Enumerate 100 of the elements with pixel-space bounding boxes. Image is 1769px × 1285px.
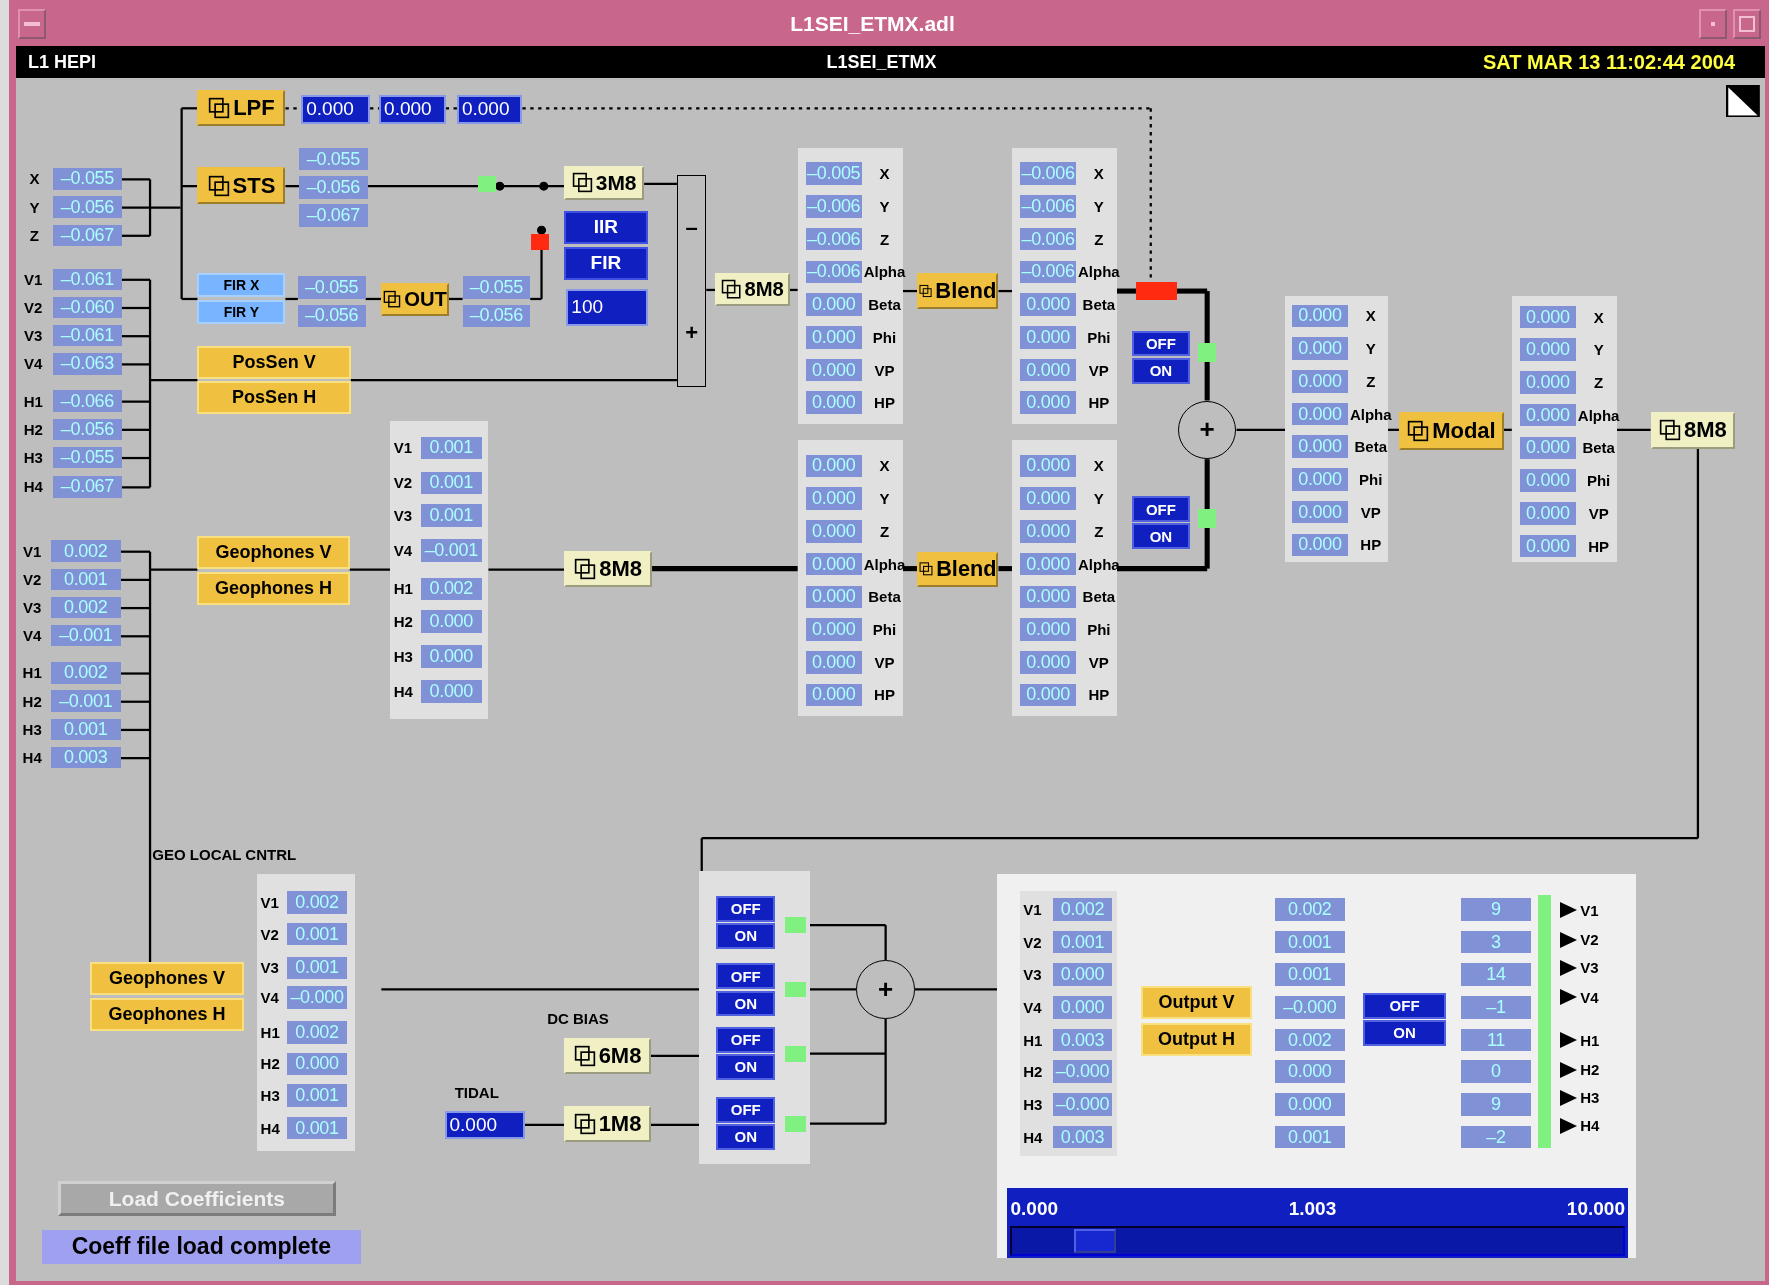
window-title: L1SEI_ETMX.adl: [789, 12, 956, 36]
channel-label: H2: [21, 691, 43, 712]
value-readout: –0.055: [53, 168, 122, 190]
related-display-button[interactable]: 1M8: [564, 1105, 651, 1142]
command-button[interactable]: PosSen H: [197, 381, 351, 414]
maximize-button[interactable]: [1733, 9, 1761, 39]
channel-label: Beta: [1081, 295, 1117, 316]
channel-label: V3: [21, 598, 43, 618]
sign-label: +: [685, 322, 698, 345]
value-readout: –0.067: [298, 204, 368, 227]
command-button[interactable]: FIR X: [197, 273, 286, 297]
value-readout: –0.056: [298, 176, 368, 199]
related-display-button[interactable]: 8M8: [1650, 411, 1736, 449]
on-button[interactable]: ON: [716, 990, 776, 1017]
channel-label: V3: [1023, 965, 1043, 986]
channel-label: Y: [28, 197, 41, 218]
command-button[interactable]: Geophones V: [197, 535, 350, 569]
window-menu-button[interactable]: [18, 9, 46, 39]
command-button[interactable]: PosSen V: [197, 346, 351, 380]
command-button[interactable]: FIR: [564, 247, 648, 280]
off-button[interactable]: OFF: [716, 963, 776, 990]
value-readout: –0.056: [53, 418, 122, 440]
related-display-button[interactable]: LPF: [197, 90, 286, 127]
channel-label: VP: [1587, 503, 1610, 524]
channel-label: Phi: [1086, 620, 1112, 640]
channel-label: V1: [21, 541, 43, 562]
value-readout: 0.000: [805, 618, 862, 641]
wire: [285, 297, 298, 301]
off-button[interactable]: OFF: [716, 895, 776, 922]
off-button[interactable]: OFF: [716, 1096, 776, 1123]
value-readout: –0.061: [53, 268, 122, 290]
channel-label: Y: [1092, 489, 1105, 510]
channel-label: Alpha: [1349, 404, 1393, 425]
related-display-button[interactable]: Blend: [917, 551, 999, 587]
minimize-button[interactable]: [1699, 9, 1727, 39]
channel-label: Beta: [1581, 438, 1616, 459]
corner-triangle-icon[interactable]: [1726, 84, 1760, 118]
value-readout: –0.055: [298, 147, 368, 171]
channel-label: VP: [1087, 360, 1110, 381]
command-button[interactable]: Geophones H: [197, 572, 350, 605]
related-display-button[interactable]: 8M8: [564, 550, 653, 587]
related-display-button[interactable]: STS: [197, 166, 286, 205]
channel-label: H1: [393, 579, 414, 600]
channel-label: X: [1092, 456, 1105, 477]
on-button[interactable]: ON: [1131, 523, 1191, 550]
related-display-button[interactable]: OUT: [381, 283, 449, 316]
channel-label: Phi: [1086, 327, 1112, 348]
value-readout: –0.000: [1052, 1093, 1113, 1116]
play-arrow-icon: [1560, 1061, 1578, 1078]
off-button[interactable]: OFF: [1131, 496, 1191, 523]
value-readout: 0.000: [1519, 338, 1577, 361]
channel-label: VP: [873, 652, 896, 673]
play-arrow-icon: [1560, 1117, 1578, 1134]
value-readout: 0.001: [50, 568, 121, 590]
on-button[interactable]: ON: [716, 1053, 776, 1080]
system-name: L1 HEPI: [28, 51, 98, 73]
slider-thumb[interactable]: [1073, 1228, 1116, 1253]
value-readout: 9: [1461, 1093, 1531, 1116]
section-label: TIDAL: [454, 1082, 500, 1103]
on-button[interactable]: ON: [716, 922, 776, 949]
channel-label: Phi: [871, 620, 898, 640]
on-button[interactable]: ON: [1362, 1019, 1447, 1046]
related-display-button[interactable]: Blend: [917, 273, 999, 310]
command-button[interactable]: Geophones V: [90, 962, 244, 996]
channel-label: HP: [873, 393, 896, 414]
value-readout: 0.001: [420, 504, 482, 527]
slider[interactable]: 0.000 1.003 10.000: [1007, 1187, 1628, 1258]
value-readout: 0.000: [805, 326, 862, 349]
stacked-squares-icon: [573, 1112, 596, 1135]
value-readout: –0.055: [462, 276, 531, 299]
value-readout: –1: [1461, 996, 1531, 1019]
related-display-button[interactable]: 6M8: [564, 1037, 651, 1074]
related-display-button[interactable]: Modal: [1398, 411, 1504, 451]
channel-label: X: [1364, 306, 1377, 327]
on-button[interactable]: ON: [716, 1123, 776, 1150]
on-button[interactable]: ON: [1131, 357, 1191, 384]
command-button[interactable]: Output H: [1140, 1023, 1253, 1056]
input-field[interactable]: 100: [566, 288, 648, 327]
input-field[interactable]: 0.000: [444, 1111, 525, 1140]
input-field[interactable]: 0.000: [379, 94, 446, 125]
related-display-button[interactable]: 8M8: [715, 273, 790, 306]
input-field[interactable]: 0.000: [301, 94, 371, 125]
command-button[interactable]: Geophones H: [90, 998, 244, 1032]
channel-label: Phi: [1585, 471, 1612, 492]
play-arrow-icon: [1560, 931, 1578, 948]
command-button[interactable]: FIR Y: [197, 300, 286, 324]
value-readout: 0.002: [286, 891, 348, 914]
channel-label: Y: [878, 489, 891, 510]
command-button[interactable]: IIR: [564, 210, 648, 244]
related-display-button[interactable]: 3M8: [564, 165, 645, 200]
value-readout: 0.000: [1019, 391, 1077, 415]
value-readout: –0.005: [805, 162, 862, 185]
input-field[interactable]: 0.000: [456, 94, 523, 125]
off-button[interactable]: OFF: [1131, 330, 1191, 357]
command-button[interactable]: Output V: [1140, 986, 1253, 1019]
value-readout: 0.002: [50, 540, 121, 562]
off-button[interactable]: OFF: [716, 1026, 776, 1053]
off-button[interactable]: OFF: [1362, 992, 1447, 1019]
channel-label: H4: [1580, 1117, 1600, 1135]
channel-label: H3: [1023, 1095, 1044, 1115]
